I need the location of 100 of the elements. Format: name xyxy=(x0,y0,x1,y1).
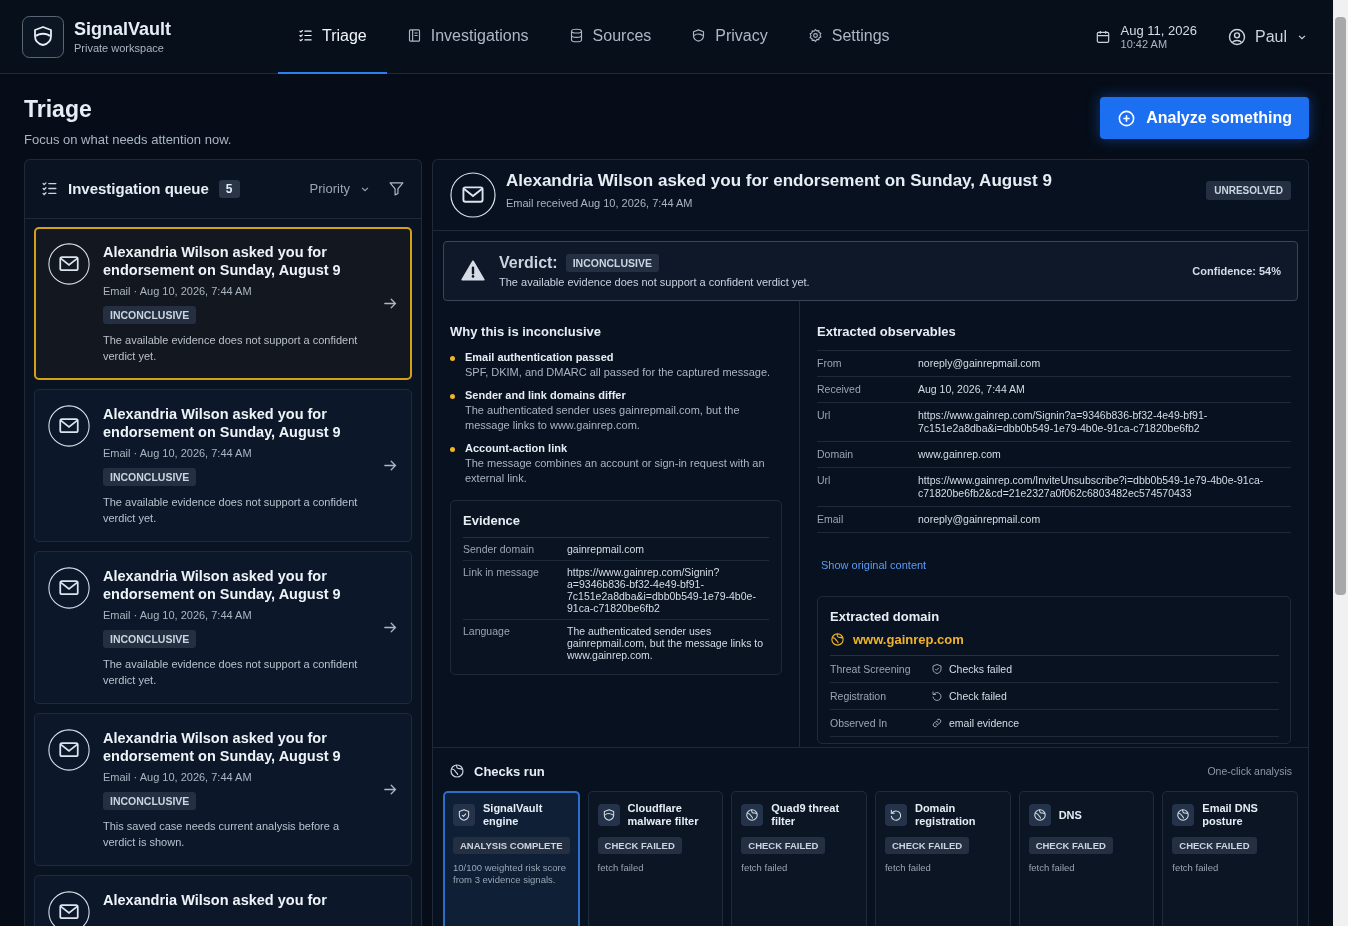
checks-note: One-click analysis xyxy=(1207,765,1292,777)
case-title: Alexandria Wilson asked you for xyxy=(103,890,327,909)
check-card[interactable]: Domain registration CHECK FAILED fetch failed xyxy=(874,791,1011,926)
check-detail: fetch failed xyxy=(741,862,788,874)
filter-icon[interactable] xyxy=(388,180,405,198)
case-summary: This saved case needs current analysis before a verdict is shown. xyxy=(103,818,341,850)
checklist-icon xyxy=(41,180,58,198)
nav-tab[interactable]: Sources xyxy=(548,0,672,74)
case-summary: The available evidence does not support a confident verdict yet. xyxy=(103,656,359,688)
refresh-icon xyxy=(888,808,903,822)
bullet-dot xyxy=(450,394,455,399)
field-value: noreply@gainrepmail.com xyxy=(918,513,1042,526)
globe-icon xyxy=(1176,808,1191,822)
globe-icon xyxy=(830,632,845,647)
globe-icon xyxy=(449,763,465,779)
check-card[interactable]: DNS CHECK FAILED fetch failed xyxy=(1018,791,1155,926)
verdict-text: The available evidence does not support a confident verdict yet. xyxy=(499,276,811,288)
check-status: CHECK FAILED xyxy=(1028,837,1113,854)
nav-tab[interactable]: Privacy xyxy=(671,0,788,74)
book-icon xyxy=(406,28,422,43)
reason-title: Email authentication passed xyxy=(465,351,615,363)
check-card[interactable]: Cloudflare malware filter CHECK FAILED fetch failed xyxy=(587,791,724,926)
mail-icon xyxy=(48,566,90,609)
reason-text: SPF, DKIM, and DMARC all passed for the captured message. xyxy=(465,365,771,380)
section-title: Extracted observables xyxy=(817,324,957,339)
queue-item[interactable]: Alexandria Wilson asked you for endorsement on Sunday, August 9 Email · Aug 10, 2026, 7:44 AM INCONCLUSIVE The available evidence does not support a confident verdict yet. xyxy=(34,226,412,380)
mail-icon xyxy=(48,728,90,771)
sort-dropdown[interactable]: Priority xyxy=(309,181,372,197)
verdict-badge: INCONCLUSIVE xyxy=(565,254,660,272)
show-original-link[interactable]: Show original content xyxy=(821,559,927,571)
case-meta: Email · Aug 10, 2026, 7:44 AM xyxy=(103,770,252,783)
received-date: Email received Aug 10, 2026, 7:44 AM xyxy=(506,197,694,209)
field-label: Email xyxy=(817,513,845,526)
field-value: The authenticated sender uses gainrepmail.com, but the message links to www.gainrep.com. xyxy=(567,625,765,661)
analyze-button[interactable]: Analyze something xyxy=(1100,97,1309,139)
bullet-dot xyxy=(450,447,455,452)
field-value: Aug 10, 2026, 7:44 AM xyxy=(918,383,1026,396)
user-icon xyxy=(1226,26,1247,47)
check-card[interactable]: Email DNS posture CHECK FAILED fetch failed xyxy=(1162,791,1298,926)
nav-tab[interactable]: Triage xyxy=(278,0,387,74)
queue-item[interactable]: Alexandria Wilson asked you for endorsement on Sunday, August 9 Email · Aug 10, 2026, 7:44 AM INCONCLUSIVE This saved case needs current analysis before a verdict is shown. xyxy=(34,712,412,866)
queue-item[interactable]: Alexandria Wilson asked you for endorsement on Sunday, August 9 Email · Aug 10, 2026, 7:44 AM INCONCLUSIVE The available evidence does not support a confident verdict yet. xyxy=(34,388,412,542)
shield-logo-icon xyxy=(22,15,64,58)
field-value: Check failed xyxy=(949,690,1007,702)
field-value: www.gainrep.com xyxy=(918,448,1002,461)
calendar-icon xyxy=(1094,28,1111,45)
field-label: From xyxy=(817,357,843,370)
status-badge: INCONCLUSIVE xyxy=(103,791,197,810)
section-title: Checks run xyxy=(474,763,545,779)
check-detail: fetch failed xyxy=(884,862,931,874)
check-card[interactable]: SignalVault engine ANALYSIS COMPLETE 10/100 weighted risk score from 3 evidence signals. xyxy=(443,791,580,926)
confidence-value: Confidence: 54% xyxy=(1192,265,1281,277)
reason-text: The authenticated sender uses gainrepmail.com, but the message links to www.gainrep.com. xyxy=(465,403,741,433)
field-label: Url xyxy=(817,474,832,488)
field-label: Received xyxy=(817,383,862,396)
case-title: Alexandria Wilson asked you for endorsement on Sunday, August 9 xyxy=(103,728,342,765)
page-subtitle: Focus on what needs attention now. xyxy=(24,132,232,147)
section-title: Extracted domain xyxy=(830,609,941,624)
check-detail: fetch failed xyxy=(597,862,644,874)
field-value: https://www.gainrep.com/Signin?a=9346b836-bf32-4e49-bf91-7c151e2a8dba&i=dbb0b549-1e79-4b0e-91ca-c71820be6fb2 xyxy=(567,566,757,614)
check-status: CHECK FAILED xyxy=(1172,837,1257,854)
nav-tab[interactable]: Settings xyxy=(787,0,910,74)
case-meta: Email · Aug 10, 2026, 7:44 AM xyxy=(103,284,252,297)
case-meta: Email · Aug 10, 2026, 7:44 AM xyxy=(103,608,252,621)
scrollbar[interactable] xyxy=(1333,0,1348,926)
queue-item[interactable]: Alexandria Wilson asked you for xyxy=(34,874,412,926)
database-icon xyxy=(568,28,584,43)
check-name: Domain registration xyxy=(914,802,977,828)
check-card[interactable]: Quad9 threat filter CHECK FAILED fetch failed xyxy=(731,791,867,926)
field-label: Registration xyxy=(830,690,888,702)
field-label: Observed In xyxy=(830,717,889,729)
reason-title: Account-action link xyxy=(465,442,569,454)
page-title: Triage xyxy=(24,96,93,123)
field-label: Language xyxy=(463,625,511,639)
status-badge: INCONCLUSIVE xyxy=(103,305,197,324)
queue-item[interactable]: Alexandria Wilson asked you for endorsement on Sunday, August 9 Email · Aug 10, 2026, 7:44 AM INCONCLUSIVE The available evidence does not support a confident verdict yet. xyxy=(34,550,412,704)
check-status: CHECK FAILED xyxy=(884,837,970,854)
settings-icon xyxy=(807,28,823,43)
user-menu[interactable]: Paul xyxy=(1226,26,1309,47)
check-name: Email DNS posture xyxy=(1202,802,1259,828)
case-title: Alexandria Wilson asked you for endorsement on Sunday, August 9 xyxy=(506,171,1053,191)
field-label: Sender domain xyxy=(463,543,536,555)
field-value: https://www.gainrep.com/InviteUnsubscribe?i=dbb0b549-1e79-4b0e-91ca-c71820be6fb2&cd=21e2327a0f062c6803482ec574570433 xyxy=(918,474,1265,500)
refresh-icon xyxy=(931,690,943,702)
app-name: SignalVault xyxy=(74,19,172,40)
shield-check-icon xyxy=(931,663,943,675)
section-title: Evidence xyxy=(463,513,522,528)
section-title: Why this is inconclusive xyxy=(450,324,602,339)
globe-icon xyxy=(1032,808,1047,822)
check-detail: fetch failed xyxy=(1172,862,1219,874)
mail-icon xyxy=(48,890,90,926)
reason-text: The message combines an account or sign-in request with an external link. xyxy=(465,456,766,486)
case-title: Alexandria Wilson asked you for endorsement on Sunday, August 9 xyxy=(103,404,342,441)
reason-title: Sender and link domains differ xyxy=(465,389,627,401)
status-badge: UNRESOLVED xyxy=(1206,180,1291,200)
scrollbar-thumb[interactable] xyxy=(1335,17,1346,595)
nav-tab[interactable]: Investigations xyxy=(386,0,549,74)
check-name: SignalVault engine xyxy=(483,802,544,828)
check-detail: 10/100 weighted risk score from 3 evidence signals. xyxy=(453,862,567,886)
field-value: Checks failed xyxy=(949,663,1013,675)
